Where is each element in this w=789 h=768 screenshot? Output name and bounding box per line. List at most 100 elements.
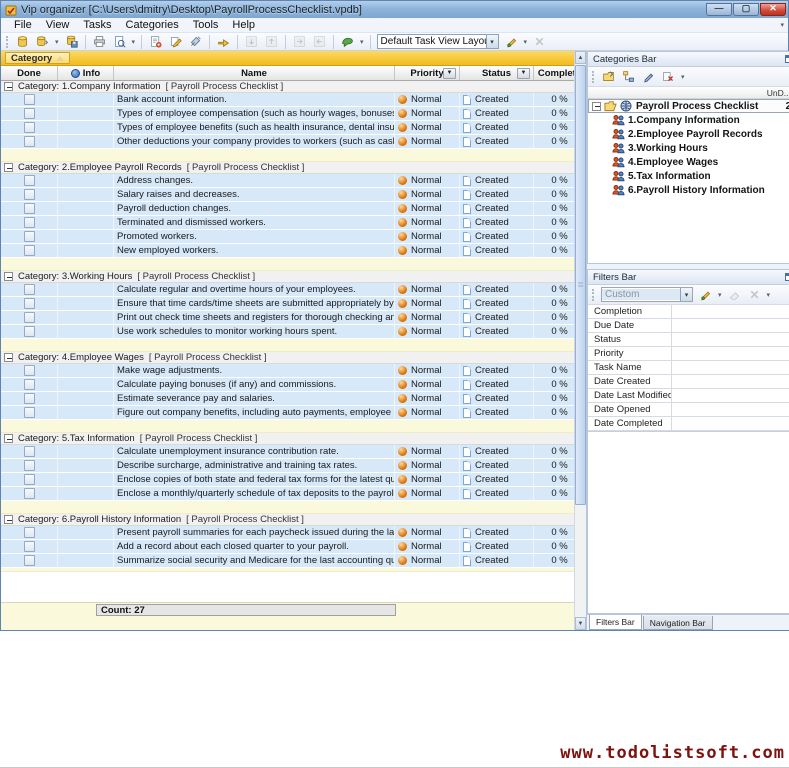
task-done-checkbox[interactable] bbox=[24, 122, 35, 133]
notify-dropdown-icon[interactable]: ▾ bbox=[358, 38, 366, 46]
category-tree-item[interactable]: 2.Employee Payroll Records66 bbox=[588, 127, 789, 141]
category-tree-item[interactable]: 6.Payroll History Information55 bbox=[588, 183, 789, 197]
collapse-icon[interactable] bbox=[4, 82, 13, 91]
task-done-checkbox[interactable] bbox=[24, 474, 35, 485]
task-row[interactable]: Calculate paying bonuses (if any) and co… bbox=[1, 378, 586, 392]
notify-button[interactable] bbox=[338, 34, 357, 50]
task-done-checkbox[interactable] bbox=[24, 94, 35, 105]
task-view-layout-combo[interactable]: Default Task View Layout ▾ bbox=[377, 34, 499, 49]
task-done-checkbox[interactable] bbox=[24, 407, 35, 418]
task-row[interactable]: Other deductions your company provides t… bbox=[1, 135, 586, 149]
task-done-checkbox[interactable] bbox=[24, 312, 35, 323]
save-database-button[interactable] bbox=[62, 34, 81, 50]
maximize-button[interactable]: ▢ bbox=[733, 3, 759, 16]
toolbar-options-chevron-icon[interactable]: ▾ bbox=[780, 21, 784, 29]
menu-help[interactable]: Help bbox=[225, 19, 262, 31]
task-done-checkbox[interactable] bbox=[24, 217, 35, 228]
panel-float-icon[interactable] bbox=[785, 55, 789, 63]
task-row[interactable]: Calculate unemployment insurance contrib… bbox=[1, 445, 586, 459]
tab-filters-bar[interactable]: Filters Bar bbox=[589, 615, 642, 630]
category-group-row[interactable]: Category: 5.Tax Information[ Payroll Pro… bbox=[1, 433, 586, 445]
task-done-checkbox[interactable] bbox=[24, 541, 35, 552]
task-done-checkbox[interactable] bbox=[24, 203, 35, 214]
complete-task-button[interactable] bbox=[214, 34, 233, 50]
task-row[interactable]: Describe surcharge, administrative and t… bbox=[1, 459, 586, 473]
scrollbar-thumb[interactable] bbox=[575, 65, 586, 505]
print-button[interactable] bbox=[90, 34, 109, 50]
collapse-icon[interactable] bbox=[4, 434, 13, 443]
task-row[interactable]: Salary raises and decreases.NormalCreate… bbox=[1, 188, 586, 202]
indent-task-button[interactable] bbox=[290, 34, 309, 50]
column-header-info[interactable]: Info bbox=[58, 66, 114, 80]
tab-navigation-bar[interactable]: Navigation Bar bbox=[643, 616, 713, 630]
category-group-row[interactable]: Category: 6.Payroll History Information[… bbox=[1, 514, 586, 526]
new-subcategory-button[interactable] bbox=[619, 69, 638, 85]
open-database-button[interactable] bbox=[33, 34, 52, 50]
priority-filter-dropdown-icon[interactable]: ▼ bbox=[443, 68, 456, 79]
move-down-button[interactable] bbox=[242, 34, 261, 50]
new-database-button[interactable] bbox=[13, 34, 32, 50]
menu-file[interactable]: File bbox=[7, 19, 39, 31]
toolbar-grip[interactable] bbox=[6, 36, 9, 48]
collapse-icon[interactable] bbox=[4, 515, 13, 524]
task-done-checkbox[interactable] bbox=[24, 393, 35, 404]
filter-preset-combo[interactable]: Custom ▾ bbox=[601, 287, 693, 302]
delete-task-button[interactable] bbox=[186, 34, 205, 50]
category-group-row[interactable]: Category: 4.Employee Wages[ Payroll Proc… bbox=[1, 352, 586, 364]
print-dropdown-icon[interactable]: ▾ bbox=[130, 38, 138, 46]
column-header-priority[interactable]: Priority▼ bbox=[395, 66, 460, 80]
open-database-dropdown-icon[interactable]: ▾ bbox=[53, 38, 61, 46]
task-row[interactable]: Make wage adjustments.NormalCreated0 % bbox=[1, 364, 586, 378]
task-row[interactable]: Enclose a monthly/quarterly schedule of … bbox=[1, 487, 586, 501]
task-row[interactable]: Types of employee compensation (such as … bbox=[1, 107, 586, 121]
categories-tree-root[interactable]: Payroll Process Checklist2727 bbox=[588, 99, 789, 113]
task-row[interactable]: Calculate regular and overtime hours of … bbox=[1, 283, 586, 297]
category-tree-item[interactable]: 4.Employee Wages44 bbox=[588, 155, 789, 169]
groupby-category-button[interactable]: Category bbox=[5, 52, 70, 64]
save-filter-dropdown-icon[interactable]: ▾ bbox=[716, 291, 724, 299]
column-header-status[interactable]: Status▼ bbox=[460, 66, 534, 80]
category-group-row[interactable]: Category: 2.Employee Payroll Records[ Pa… bbox=[1, 162, 586, 174]
task-done-checkbox[interactable] bbox=[24, 379, 35, 390]
category-group-row[interactable]: Category: 1.Company Information[ Payroll… bbox=[1, 81, 586, 93]
task-done-checkbox[interactable] bbox=[24, 108, 35, 119]
combo-dropdown-icon[interactable]: ▾ bbox=[680, 288, 692, 301]
column-header-name[interactable]: Name bbox=[114, 66, 395, 80]
new-task-button[interactable] bbox=[146, 34, 165, 50]
task-row[interactable]: New employed workers.NormalCreated0 % bbox=[1, 244, 586, 258]
task-done-checkbox[interactable] bbox=[24, 231, 35, 242]
filter-value-field[interactable] bbox=[672, 333, 789, 346]
task-done-checkbox[interactable] bbox=[24, 488, 35, 499]
filter-value-field[interactable] bbox=[672, 347, 789, 360]
task-row[interactable]: Estimate severance pay and salaries.Norm… bbox=[1, 392, 586, 406]
task-row[interactable]: Use work schedules to monitor working ho… bbox=[1, 325, 586, 339]
task-row[interactable]: Enclose copies of both state and federal… bbox=[1, 473, 586, 487]
collapse-icon[interactable] bbox=[592, 102, 601, 111]
task-done-checkbox[interactable] bbox=[24, 365, 35, 376]
categories-toolbar-overflow-icon[interactable]: ▾ bbox=[679, 73, 687, 81]
task-done-checkbox[interactable] bbox=[24, 326, 35, 337]
filter-value-field[interactable] bbox=[672, 305, 789, 318]
save-layout-dropdown-icon[interactable]: ▾ bbox=[522, 38, 530, 46]
filter-value-field[interactable] bbox=[672, 319, 789, 332]
task-done-checkbox[interactable] bbox=[24, 189, 35, 200]
task-row[interactable]: Print out check time sheets and register… bbox=[1, 311, 586, 325]
task-done-checkbox[interactable] bbox=[24, 446, 35, 457]
close-button[interactable]: ✕ bbox=[760, 3, 786, 16]
category-tree-item[interactable]: 3.Working Hours44 bbox=[588, 141, 789, 155]
filters-toolbar-overflow-icon[interactable]: ▾ bbox=[765, 291, 773, 299]
collapse-icon[interactable] bbox=[4, 163, 13, 172]
column-header-done[interactable]: Done bbox=[1, 66, 58, 80]
collapse-icon[interactable] bbox=[4, 353, 13, 362]
task-row[interactable]: Address changes.NormalCreated0 % bbox=[1, 174, 586, 188]
filter-value-field[interactable] bbox=[672, 361, 789, 374]
filter-value-field[interactable] bbox=[672, 417, 789, 430]
toolbar-grip[interactable] bbox=[592, 71, 595, 83]
clear-filter-button[interactable] bbox=[725, 287, 744, 303]
filter-value-field[interactable] bbox=[672, 389, 789, 402]
toolbar-grip[interactable] bbox=[592, 289, 595, 301]
combo-dropdown-icon[interactable]: ▾ bbox=[486, 35, 498, 48]
delete-filter-button[interactable] bbox=[745, 287, 764, 303]
outdent-task-button[interactable] bbox=[310, 34, 329, 50]
menu-categories[interactable]: Categories bbox=[119, 19, 186, 31]
